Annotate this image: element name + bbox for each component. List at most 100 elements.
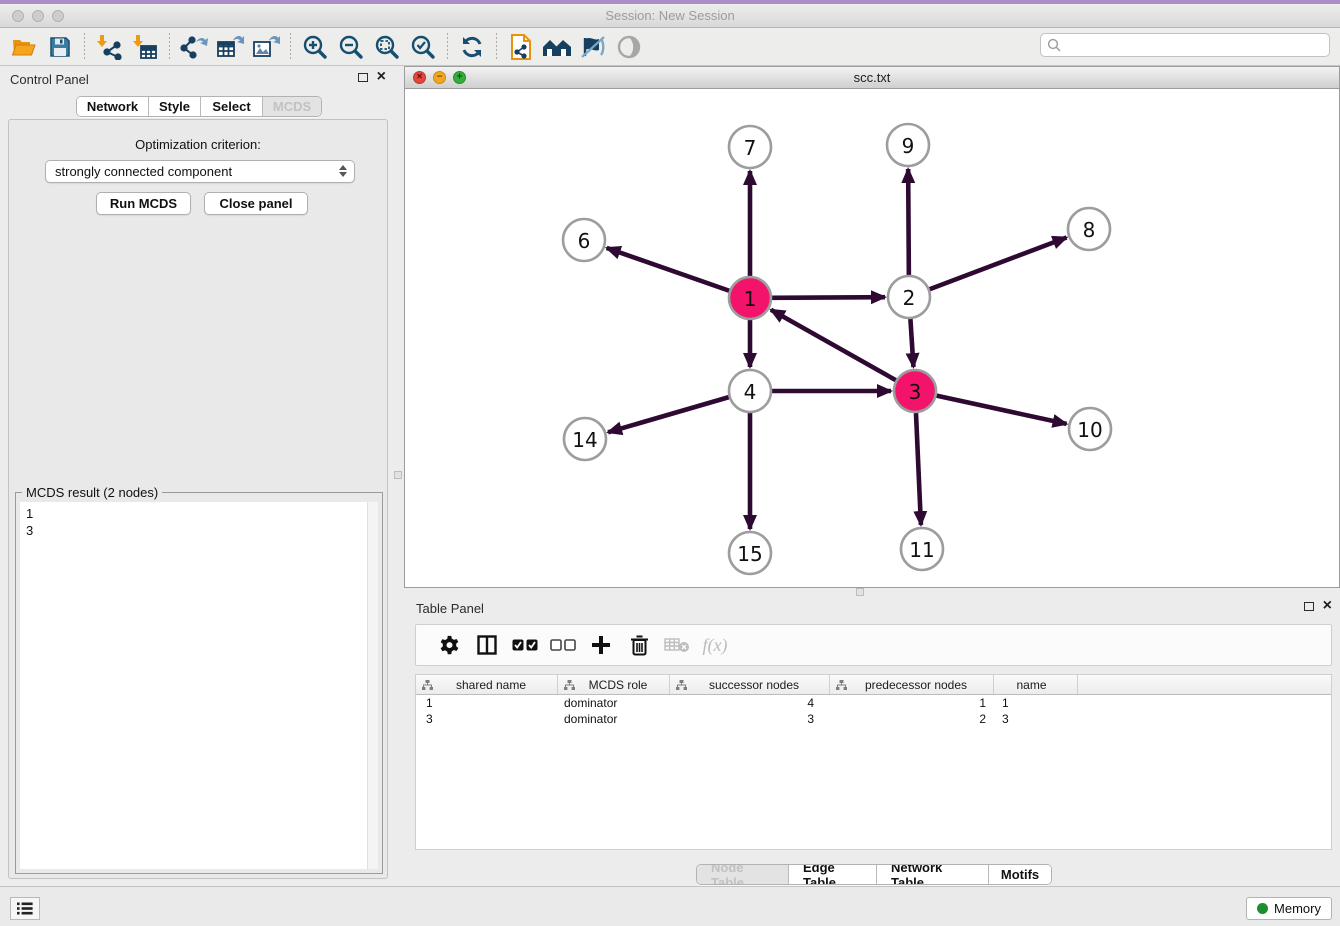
tab-select[interactable]: Select [201, 97, 263, 116]
trash-icon[interactable] [620, 628, 658, 662]
graph-node-label: 15 [737, 542, 762, 566]
tab-style[interactable]: Style [149, 97, 201, 116]
add-icon[interactable] [582, 628, 620, 662]
import-network-icon[interactable] [91, 31, 127, 63]
table-cell[interactable]: 3 [994, 712, 1078, 726]
column-header-predecessor-nodes[interactable]: predecessor nodes [830, 675, 994, 694]
memory-button[interactable]: Memory [1246, 897, 1332, 920]
close-panel-icon[interactable]: × [1323, 601, 1332, 611]
table-cell[interactable]: 2 [830, 712, 994, 726]
table-row[interactable]: 1dominator411 [416, 695, 1331, 711]
mcds-result-group: MCDS result (2 nodes) 1 3 [15, 492, 383, 874]
graph-node-label: 7 [744, 136, 757, 160]
table-toolbar: f(x) [415, 624, 1332, 666]
graph-edge-3-11[interactable] [916, 413, 921, 525]
splitter-grip[interactable] [394, 471, 402, 479]
float-panel-icon[interactable] [358, 73, 368, 82]
maximize-network-button[interactable]: + [453, 71, 466, 84]
toolbar-separator [447, 33, 448, 61]
table-row[interactable]: 3dominator323 [416, 711, 1331, 727]
clear-selection-icon[interactable] [544, 628, 582, 662]
close-network-button[interactable]: × [413, 71, 426, 84]
table-settings-icon[interactable] [430, 628, 468, 662]
zoom-selected-icon[interactable] [405, 31, 441, 63]
hide-panels-icon[interactable] [575, 31, 611, 63]
tab-network[interactable]: Network [77, 97, 149, 116]
toolbar-separator [290, 33, 291, 61]
close-panel-icon[interactable]: × [377, 72, 386, 82]
run-mcds-button[interactable]: Run MCDS [96, 192, 191, 215]
table-cell[interactable]: 1 [830, 696, 994, 710]
network-canvas[interactable]: 7968124314101511 [405, 89, 1339, 587]
graph-node-label: 4 [744, 380, 757, 404]
minimize-network-button[interactable]: − [433, 71, 446, 84]
first-neighbors-icon[interactable] [539, 31, 575, 63]
column-type-icon [564, 680, 575, 690]
export-network-icon[interactable] [176, 31, 212, 63]
refresh-icon[interactable] [454, 31, 490, 63]
graph-node-label: 14 [572, 428, 597, 452]
delete-table-icon[interactable] [658, 628, 696, 662]
control-panel-header: Control Panel × [0, 66, 394, 92]
task-history-button[interactable] [10, 897, 40, 920]
splitter-grip[interactable] [856, 588, 864, 596]
show-columns-icon[interactable] [468, 628, 506, 662]
minimize-window-button[interactable] [32, 10, 44, 22]
table-cell[interactable]: 3 [416, 712, 558, 726]
network-graph[interactable]: 7968124314101511 [405, 89, 1339, 587]
table-cell[interactable]: 3 [670, 712, 830, 726]
optimization-criterion-select[interactable]: strongly connected component [45, 160, 355, 183]
node-table: shared name MCDS role successor nodes pr… [415, 674, 1332, 850]
graph-edge-4-14[interactable] [608, 397, 729, 432]
table-cell[interactable]: dominator [558, 696, 670, 710]
bird-view-icon[interactable] [611, 31, 647, 63]
zoom-in-icon[interactable] [297, 31, 333, 63]
table-cell[interactable]: 1 [416, 696, 558, 710]
table-cell[interactable]: 4 [670, 696, 830, 710]
main-toolbar [0, 28, 1340, 66]
optimization-criterion-label: Optimization criterion: [9, 137, 387, 152]
export-image-icon[interactable] [248, 31, 284, 63]
export-table-icon[interactable] [212, 31, 248, 63]
graph-edge-2-3[interactable] [910, 319, 913, 367]
graph-edge-2-9[interactable] [908, 169, 909, 275]
vertical-splitter[interactable] [394, 66, 404, 886]
tab-node-table[interactable]: Node Table [697, 865, 789, 884]
mcds-result-area[interactable]: 1 3 [20, 502, 378, 869]
float-panel-icon[interactable] [1304, 602, 1314, 611]
graph-edge-3-10[interactable] [936, 396, 1066, 424]
column-header-successor-nodes[interactable]: successor nodes [670, 675, 830, 694]
column-header-name[interactable]: name [994, 675, 1078, 694]
column-header-mcds-role[interactable]: MCDS role [558, 675, 670, 694]
zoom-window-button[interactable] [52, 10, 64, 22]
zoom-out-icon[interactable] [333, 31, 369, 63]
search-icon [1047, 38, 1061, 52]
window-title: Session: New Session [0, 4, 1340, 27]
column-header-shared-name[interactable]: shared name [416, 675, 558, 694]
tab-mcds[interactable]: MCDS [263, 97, 321, 116]
tab-motifs[interactable]: Motifs [989, 865, 1051, 884]
zoom-fit-icon[interactable] [369, 31, 405, 63]
result-scrollbar[interactable] [367, 502, 378, 869]
graph-edge-1-2[interactable] [772, 297, 885, 298]
select-all-icon[interactable] [506, 628, 544, 662]
graph-edge-1-6[interactable] [607, 248, 730, 291]
search-input[interactable] [1040, 33, 1330, 57]
table-cell[interactable]: 1 [994, 696, 1078, 710]
save-session-icon[interactable] [42, 31, 78, 63]
open-session-icon[interactable] [6, 31, 42, 63]
control-panel-title: Control Panel [10, 72, 89, 87]
new-network-from-selection-icon[interactable] [503, 31, 539, 63]
tab-network-table[interactable]: Network Table [877, 865, 989, 884]
function-builder-icon[interactable]: f(x) [696, 628, 734, 662]
close-window-button[interactable] [12, 10, 24, 22]
table-cell[interactable]: dominator [558, 712, 670, 726]
tab-edge-table[interactable]: Edge Table [789, 865, 877, 884]
graph-edge-2-8[interactable] [930, 237, 1067, 289]
close-panel-button[interactable]: Close panel [204, 192, 308, 215]
horizontal-splitter[interactable] [404, 588, 1340, 596]
window-titlebar: Session: New Session [0, 4, 1340, 28]
graph-edge-3-1[interactable] [771, 310, 896, 380]
import-table-icon[interactable] [127, 31, 163, 63]
network-window-titlebar[interactable]: × − + scc.txt [405, 67, 1339, 89]
